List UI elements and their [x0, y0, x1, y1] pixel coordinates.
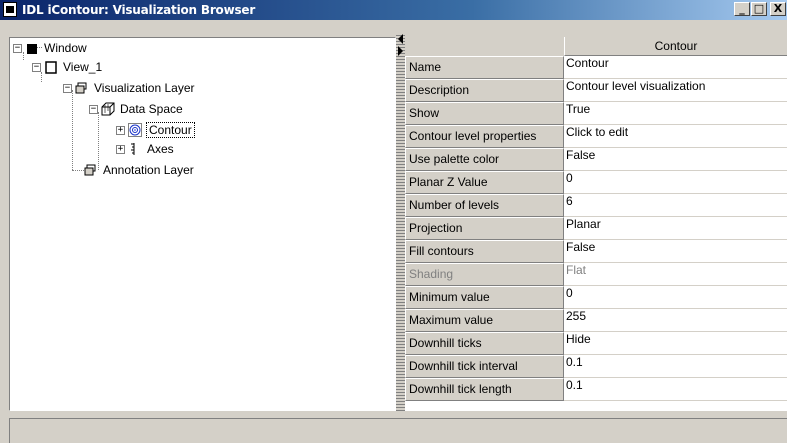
visualization-tree[interactable]: − Window − View_1 − Visualization Layer …	[9, 37, 396, 411]
layer-icon	[84, 163, 98, 177]
tree-item-visualization-layer[interactable]: − Visualization Layer	[63, 79, 195, 97]
property-row-fill-contours[interactable]: Fill contours False	[405, 240, 787, 263]
collapse-icon[interactable]: −	[89, 104, 98, 114]
property-name: Projection	[405, 217, 564, 240]
window-title: IDL iContour: Visualization Browser	[22, 3, 256, 17]
property-value[interactable]: False	[564, 148, 787, 171]
property-row-description[interactable]: Description Contour level visualization	[405, 79, 787, 102]
close-button[interactable]: X	[770, 2, 786, 16]
property-sheet[interactable]: Contour Name Contour Description Contour…	[405, 37, 787, 411]
property-name: Downhill ticks	[405, 332, 564, 355]
property-row-projection[interactable]: Projection Planar	[405, 217, 787, 240]
tree-item-label: Axes	[147, 142, 174, 156]
property-row-contour-level-properties[interactable]: Contour level properties Click to edit	[405, 125, 787, 148]
property-value[interactable]: 0.1	[564, 355, 787, 378]
maximize-button[interactable]: □	[751, 2, 767, 16]
property-sheet-header: Contour	[405, 37, 787, 56]
property-value[interactable]: 255	[564, 309, 787, 332]
tree-item-view[interactable]: − View_1	[32, 58, 102, 76]
property-row-shading: Shading Flat	[405, 263, 787, 286]
property-name: Minimum value	[405, 286, 564, 309]
property-row-name[interactable]: Name Contour	[405, 56, 787, 79]
title-bar[interactable]: IDL iContour: Visualization Browser _ □ …	[0, 0, 787, 20]
property-name: Description	[405, 79, 564, 102]
property-value[interactable]: Click to edit	[564, 125, 787, 148]
property-row-show[interactable]: Show True	[405, 102, 787, 125]
arrow-left-icon[interactable]	[398, 34, 403, 44]
app-icon[interactable]	[3, 2, 17, 17]
property-name: Use palette color	[405, 148, 564, 171]
property-value[interactable]: True	[564, 102, 787, 125]
arrow-right-icon[interactable]	[398, 46, 403, 56]
property-value[interactable]: Planar	[564, 217, 787, 240]
property-name: Number of levels	[405, 194, 564, 217]
property-row-number-of-levels[interactable]: Number of levels 6	[405, 194, 787, 217]
tree-item-label: Annotation Layer	[103, 163, 194, 177]
property-name: Fill contours	[405, 240, 564, 263]
property-value[interactable]: False	[564, 240, 787, 263]
tree-item-label: Contour	[146, 122, 195, 138]
property-row-minimum-value[interactable]: Minimum value 0	[405, 286, 787, 309]
property-value[interactable]: Hide	[564, 332, 787, 355]
property-value[interactable]: Contour	[564, 56, 787, 79]
property-name: Downhill tick length	[405, 378, 564, 401]
property-row-maximum-value[interactable]: Maximum value 255	[405, 309, 787, 332]
property-name: Maximum value	[405, 309, 564, 332]
tree-item-annotation-layer[interactable]: Annotation Layer	[84, 161, 194, 179]
property-value[interactable]: 0.1	[564, 378, 787, 401]
axes-icon	[128, 142, 142, 156]
minimize-button[interactable]: _	[734, 2, 750, 16]
property-name: Shading	[405, 263, 564, 286]
contour-icon	[128, 123, 142, 137]
expand-icon[interactable]: +	[116, 125, 125, 135]
property-name: Name	[405, 56, 564, 79]
property-name: Downhill tick interval	[405, 355, 564, 378]
collapse-icon[interactable]: −	[63, 83, 72, 93]
tree-item-axes[interactable]: + Axes	[116, 140, 174, 158]
expand-icon[interactable]: +	[116, 144, 125, 154]
tree-item-label: Visualization Layer	[94, 81, 195, 95]
property-row-planar-z-value[interactable]: Planar Z Value 0	[405, 171, 787, 194]
tree-item-label: Data Space	[120, 102, 183, 116]
property-row-use-palette-color[interactable]: Use palette color False	[405, 148, 787, 171]
tree-item-contour[interactable]: + Contour	[116, 121, 195, 139]
collapse-icon[interactable]: −	[32, 62, 41, 72]
property-value: Flat	[564, 263, 787, 286]
property-name: Show	[405, 102, 564, 125]
panel-splitter[interactable]	[396, 33, 405, 413]
visualization-browser-window: IDL iContour: Visualization Browser _ □ …	[0, 0, 787, 443]
tree-item-window[interactable]: − Window	[13, 39, 87, 57]
tree-connector	[72, 90, 73, 170]
property-name: Contour level properties	[405, 125, 564, 148]
data-space-icon	[101, 102, 115, 116]
column-header-contour[interactable]: Contour	[564, 37, 787, 56]
tree-item-label: View_1	[63, 60, 103, 74]
status-bar	[9, 418, 787, 443]
property-name: Planar Z Value	[405, 171, 564, 194]
property-row-downhill-ticks[interactable]: Downhill ticks Hide	[405, 332, 787, 355]
layer-icon	[75, 81, 89, 95]
property-value[interactable]: 6	[564, 194, 787, 217]
property-value[interactable]: 0	[564, 171, 787, 194]
property-value[interactable]: Contour level visualization	[564, 79, 787, 102]
view-icon	[44, 60, 58, 74]
property-row-downhill-tick-interval[interactable]: Downhill tick interval 0.1	[405, 355, 787, 378]
collapse-icon[interactable]: −	[13, 43, 22, 53]
tree-item-label: Window	[44, 41, 87, 55]
property-row-downhill-tick-length[interactable]: Downhill tick length 0.1	[405, 378, 787, 401]
tree-item-data-space[interactable]: − Data Space	[89, 100, 183, 118]
window-icon	[25, 41, 39, 55]
property-value[interactable]: 0	[564, 286, 787, 309]
